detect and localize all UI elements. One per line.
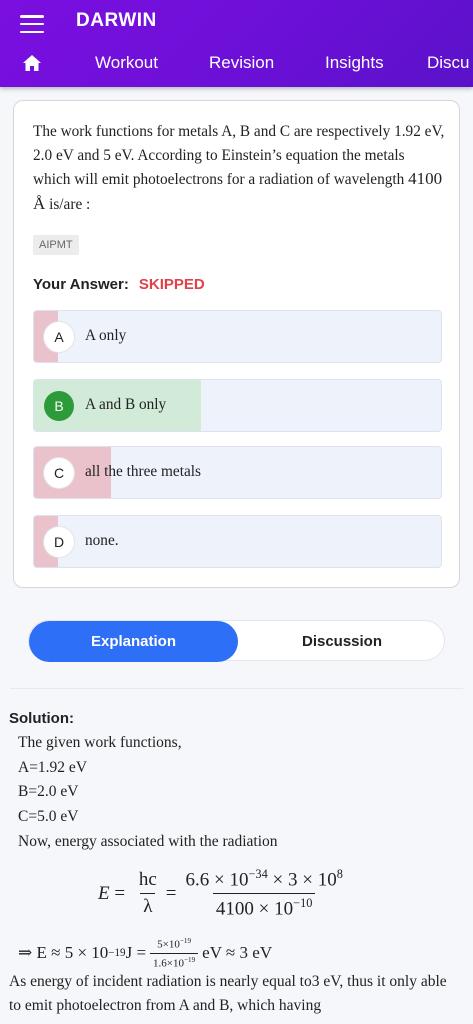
question-text: The work functions for metals A, B and C…: [33, 123, 445, 213]
tab-discussion-toggle[interactable]: Discussion: [238, 621, 446, 662]
tab-workout[interactable]: Workout: [95, 53, 158, 73]
solution-line: B=2.0 eV: [18, 783, 79, 800]
option-a-letter: A: [44, 322, 74, 352]
app-title: DARWIN: [76, 10, 157, 31]
answer-status-badge: SKIPPED: [138, 276, 205, 293]
solution-heading: Solution:: [9, 710, 74, 727]
tab-discussion[interactable]: Discu: [427, 53, 470, 73]
solution-paragraph: As energy of incident radiation is nearl…: [9, 973, 447, 1014]
tab-revision[interactable]: Revision: [209, 53, 274, 73]
exam-tag: AIPMT: [33, 235, 79, 255]
energy-result-equation: ⇒ E ≈ 5 × 10 −19 J = 5×10−19 1.6×10−19 eV…: [18, 937, 273, 970]
option-a-text: A only: [85, 327, 127, 344]
option-d-text: none.: [85, 532, 119, 549]
divider: [10, 688, 463, 689]
solution-line: A=1.92 eV: [18, 759, 88, 776]
home-icon[interactable]: [22, 54, 42, 72]
nav-tabs: Workout Revision Insights Discu: [0, 44, 473, 84]
solution-line: C=5.0 eV: [18, 808, 79, 825]
solution-line: The given work functions,: [18, 734, 182, 751]
option-b-letter: B: [44, 391, 74, 421]
solution-toggle: Explanation Discussion: [28, 620, 446, 662]
your-answer-label: Your Answer:: [33, 276, 129, 293]
solution-section: Explanation Discussion Solution: The giv…: [0, 600, 473, 1024]
option-b[interactable]: B A and B only: [33, 379, 442, 432]
option-c-letter: C: [44, 458, 74, 488]
option-d-letter: D: [44, 527, 74, 557]
option-a[interactable]: A A only: [33, 310, 442, 363]
option-b-text: A and B only: [85, 396, 167, 413]
app-bar: DARWIN Workout Revision Insights Discu: [0, 0, 473, 87]
solution-line: Now, energy associated with the radiatio…: [18, 833, 278, 850]
tab-insights[interactable]: Insights: [325, 53, 384, 73]
option-d[interactable]: D none.: [33, 515, 442, 568]
your-answer: Your Answer: SKIPPED: [33, 276, 205, 293]
option-c-text: all the three metals: [85, 463, 201, 480]
menu-icon[interactable]: [20, 14, 44, 34]
option-c[interactable]: C all the three metals: [33, 446, 442, 499]
tab-explanation[interactable]: Explanation: [29, 621, 238, 662]
energy-equation: E = hc λ = 6.6 × 10−34 × 3 × 108 4100 × 1…: [98, 867, 343, 920]
question-card: The work functions for metals A, B and C…: [13, 100, 460, 588]
